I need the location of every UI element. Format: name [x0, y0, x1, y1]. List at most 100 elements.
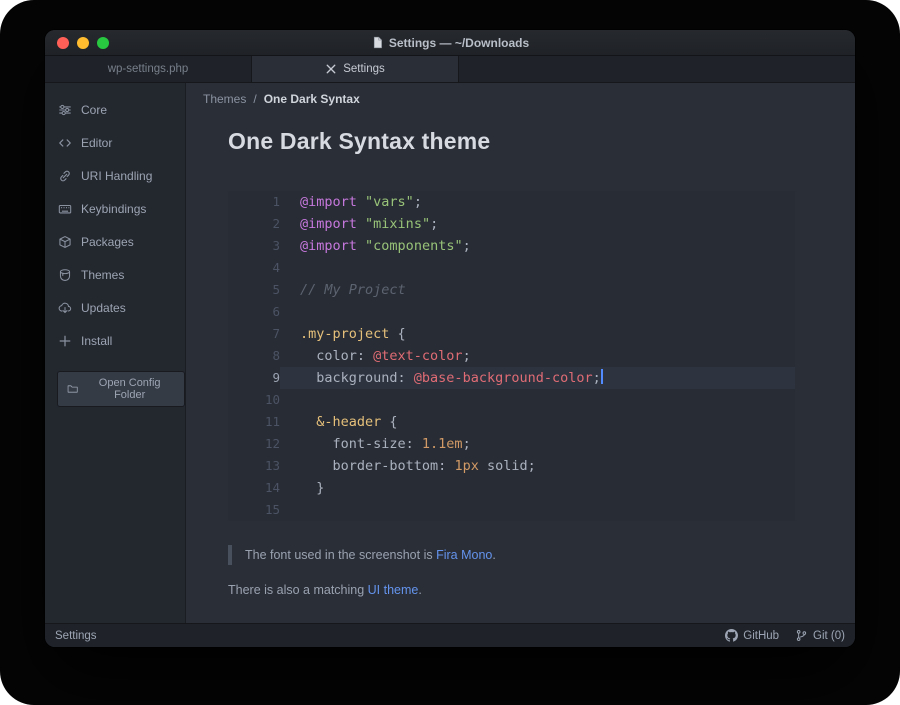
line-number: 14	[228, 477, 280, 499]
line-text: @import "mixins";	[280, 213, 795, 235]
tab-settings[interactable]: Settings	[252, 56, 459, 82]
sidebar-item-core[interactable]: Core	[45, 93, 185, 126]
code-line-5[interactable]: 5// My Project	[228, 279, 795, 301]
ui-theme-link[interactable]: UI theme	[368, 583, 419, 597]
package-icon	[58, 235, 72, 249]
sidebar-item-install[interactable]: Install	[45, 324, 185, 357]
line-text: .my-project {	[280, 323, 795, 345]
paintcan-icon	[58, 268, 72, 282]
plus-icon	[58, 334, 72, 348]
traffic-lights	[57, 30, 109, 55]
line-number: 11	[228, 411, 280, 433]
git-branch-icon	[795, 629, 808, 642]
tab-label: Settings	[343, 63, 385, 75]
breadcrumb-separator: /	[253, 92, 256, 106]
code-line-2[interactable]: 2@import "mixins";	[228, 213, 795, 235]
code-line-8[interactable]: 8 color: @text-color;	[228, 345, 795, 367]
line-number: 10	[228, 389, 280, 411]
line-text	[280, 301, 795, 323]
code-line-10[interactable]: 10	[228, 389, 795, 411]
ui-theme-note-text: There is also a matching	[228, 583, 368, 597]
git-status-label: Git (0)	[813, 630, 845, 642]
cloud-download-icon	[58, 301, 72, 315]
line-text: font-size: 1.1em;	[280, 433, 795, 455]
document-icon	[371, 36, 384, 49]
line-number: 8	[228, 345, 280, 367]
line-text: }	[280, 477, 795, 499]
page-title: One Dark Syntax theme	[228, 127, 855, 155]
code-line-7[interactable]: 7.my-project {	[228, 323, 795, 345]
status-bar: Settings GitHub Git (0)	[45, 623, 855, 647]
line-text: color: @text-color;	[280, 345, 795, 367]
sidebar-item-uri-handling[interactable]: URI Handling	[45, 159, 185, 192]
sidebar-item-label: Updates	[81, 301, 126, 315]
sidebar-item-keybindings[interactable]: Keybindings	[45, 192, 185, 225]
code-line-12[interactable]: 12 font-size: 1.1em;	[228, 433, 795, 455]
font-note-suffix: .	[492, 548, 495, 562]
folder-icon	[67, 383, 78, 395]
breadcrumb-current: One Dark Syntax	[264, 92, 360, 106]
open-config-folder-button[interactable]: Open Config Folder	[57, 371, 185, 407]
github-icon	[725, 629, 738, 642]
line-text	[280, 389, 795, 411]
screenshot-background: Settings — ~/Downloads wp-settings.php S…	[0, 0, 900, 705]
code-line-4[interactable]: 4	[228, 257, 795, 279]
line-number: 6	[228, 301, 280, 323]
sidebar-item-packages[interactable]: Packages	[45, 225, 185, 258]
code-icon	[58, 136, 72, 150]
code-line-3[interactable]: 3@import "components";	[228, 235, 795, 257]
settings-sidebar: Core Editor URI Handling	[45, 83, 186, 623]
zoom-button[interactable]	[97, 37, 109, 49]
tab-bar-empty-area	[459, 56, 855, 82]
tab-wp-settings-php[interactable]: wp-settings.php	[45, 56, 252, 82]
line-number: 3	[228, 235, 280, 257]
github-status-label: GitHub	[743, 630, 779, 642]
code-line-14[interactable]: 14 }	[228, 477, 795, 499]
sidebar-item-themes[interactable]: Themes	[45, 258, 185, 291]
sidebar-item-updates[interactable]: Updates	[45, 291, 185, 324]
settings-view: Core Editor URI Handling	[45, 83, 855, 623]
code-line-11[interactable]: 11 &-header {	[228, 411, 795, 433]
minimize-button[interactable]	[77, 37, 89, 49]
breadcrumb-themes-link[interactable]: Themes	[203, 92, 246, 106]
link-icon	[58, 169, 72, 183]
line-number: 9	[228, 367, 280, 389]
line-text: // My Project	[280, 279, 795, 301]
sidebar-item-label: Packages	[81, 235, 134, 249]
open-config-folder-label: Open Config Folder	[84, 377, 175, 401]
font-note-blockquote: The font used in the screenshot is Fira …	[228, 545, 855, 565]
line-number: 5	[228, 279, 280, 301]
fira-mono-link[interactable]: Fira Mono	[436, 548, 492, 562]
sidebar-item-label: Themes	[81, 268, 124, 282]
font-note-text: The font used in the screenshot is	[245, 548, 436, 562]
keyboard-icon	[58, 202, 72, 216]
window-title: Settings — ~/Downloads	[371, 36, 529, 50]
line-number: 1	[228, 191, 280, 213]
code-line-6[interactable]: 6	[228, 301, 795, 323]
text-cursor	[601, 369, 603, 384]
code-line-13[interactable]: 13 border-bottom: 1px solid;	[228, 455, 795, 477]
line-number: 12	[228, 433, 280, 455]
line-text	[280, 257, 795, 279]
sidebar-item-editor[interactable]: Editor	[45, 126, 185, 159]
line-text	[280, 499, 795, 521]
line-number: 4	[228, 257, 280, 279]
git-status-button[interactable]: Git (0)	[795, 629, 845, 642]
ui-theme-note: There is also a matching UI theme.	[228, 583, 855, 597]
line-number: 15	[228, 499, 280, 521]
code-line-15[interactable]: 15	[228, 499, 795, 521]
line-number: 2	[228, 213, 280, 235]
titlebar: Settings — ~/Downloads	[45, 30, 855, 56]
code-editor: 1@import "vars";2@import "mixins";3@impo…	[228, 191, 795, 521]
breadcrumb: Themes / One Dark Syntax	[203, 92, 855, 106]
close-button[interactable]	[57, 37, 69, 49]
github-status-button[interactable]: GitHub	[725, 629, 779, 642]
sliders-icon	[58, 103, 72, 117]
window-title-text: Settings — ~/Downloads	[389, 36, 529, 50]
line-text: @import "vars";	[280, 191, 795, 213]
sidebar-item-label: Editor	[81, 136, 112, 150]
code-line-1[interactable]: 1@import "vars";	[228, 191, 795, 213]
code-line-9[interactable]: 9 background: @base-background-color;	[228, 367, 795, 389]
sidebar-item-label: Keybindings	[81, 202, 146, 216]
sidebar-item-label: Core	[81, 103, 107, 117]
